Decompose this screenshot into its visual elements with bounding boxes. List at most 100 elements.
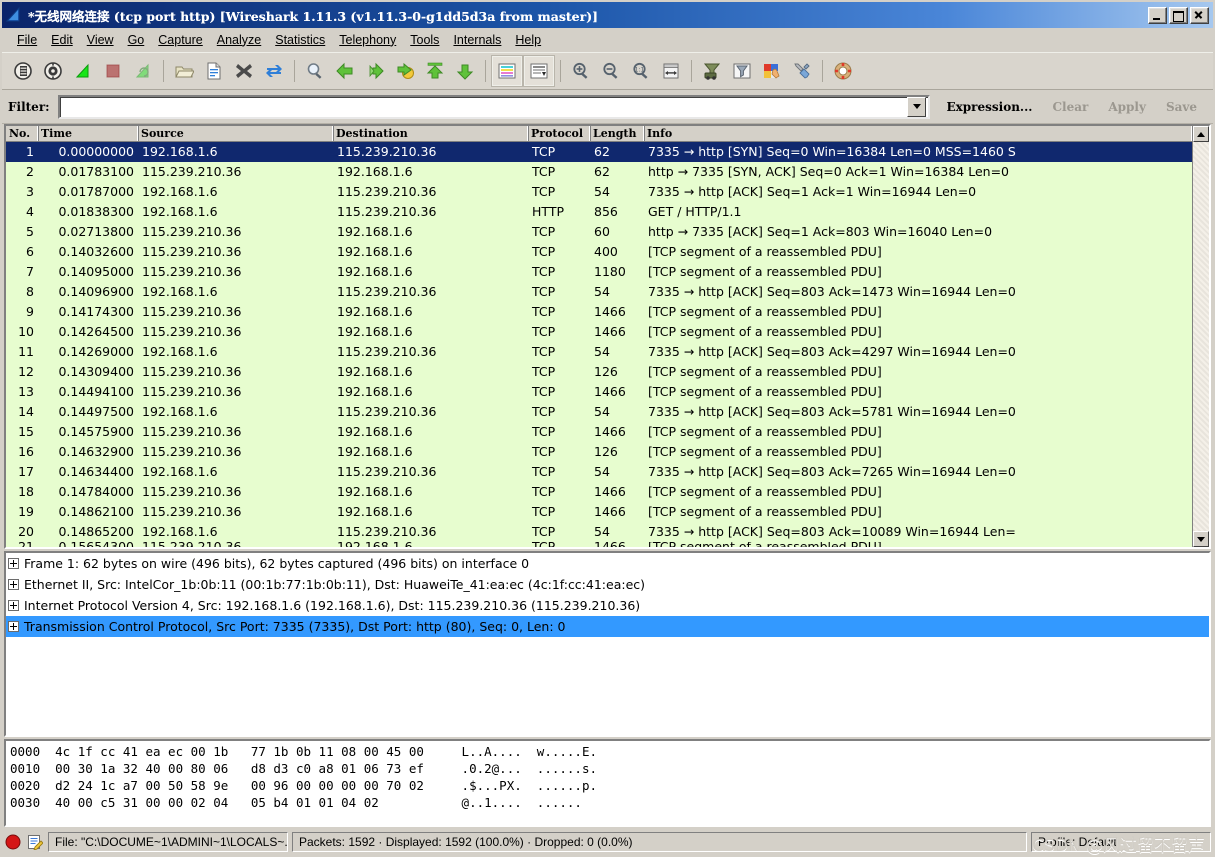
menu-go[interactable]: Go [121, 31, 152, 49]
zoom-reset-icon[interactable]: 1:1 [626, 56, 656, 86]
auto-scroll-icon[interactable] [523, 55, 555, 87]
go-first-packet-icon[interactable] [420, 56, 450, 86]
menu-analyze[interactable]: Analyze [210, 31, 268, 49]
expand-plus-icon[interactable] [8, 579, 19, 590]
packet-list-rows[interactable]: 1 0.00000000 192.168.1.6 115.239.210.36 TCP 6… [6, 142, 1192, 547]
go-to-packet-icon[interactable] [390, 56, 420, 86]
minimize-button[interactable] [1148, 6, 1167, 24]
table-row[interactable]: 13 0.14494100 115.239.210.36 192.168.1.6 TCP… [6, 382, 1192, 402]
help-icon[interactable] [828, 56, 858, 86]
table-row[interactable]: 9 0.14174300 115.239.210.36 192.168.1.6 TCP 1… [6, 302, 1192, 322]
hex-dump-line[interactable]: 0020 d2 24 1c a7 00 50 58 9e 00 96 00 00… [10, 777, 1209, 794]
column-header-length[interactable]: Length [590, 126, 644, 141]
zoom-in-icon[interactable] [566, 56, 596, 86]
filter-history-dropdown[interactable] [907, 96, 927, 117]
scroll-up-button[interactable] [1193, 126, 1209, 142]
table-row[interactable]: 6 0.14032600 115.239.210.36 192.168.1.6 TCP 4… [6, 242, 1192, 262]
table-row[interactable]: 3 0.01787000 192.168.1.6 115.239.210.36 TCP 5… [6, 182, 1192, 202]
table-row[interactable]: 18 0.14784000 115.239.210.36 192.168.1.6 TCP… [6, 482, 1192, 502]
apply-button[interactable]: Apply [1098, 100, 1156, 114]
open-file-icon[interactable] [169, 56, 199, 86]
maximize-button[interactable] [1169, 6, 1188, 24]
reload-icon[interactable] [259, 56, 289, 86]
table-row[interactable]: 16 0.14632900 115.239.210.36 192.168.1.6 TCP… [6, 442, 1192, 462]
clear-button[interactable]: Clear [1042, 100, 1098, 114]
scroll-track[interactable] [1193, 142, 1209, 531]
table-row[interactable]: 1 0.00000000 192.168.1.6 115.239.210.36 TCP 6… [6, 142, 1192, 162]
close-button[interactable] [1190, 6, 1209, 24]
resize-columns-icon[interactable] [656, 56, 686, 86]
stop-capture-icon[interactable] [98, 56, 128, 86]
hex-dump-line[interactable]: 0010 00 30 1a 32 40 00 80 06 d8 d3 c0 a8… [10, 760, 1209, 777]
go-back-icon[interactable] [330, 56, 360, 86]
table-row[interactable]: 20 0.14865200 192.168.1.6 115.239.210.36 TCP… [6, 522, 1192, 542]
detail-tree-item[interactable]: Frame 1: 62 bytes on wire (496 bits), 62… [6, 553, 1209, 574]
menu-telephony[interactable]: Telephony [332, 31, 403, 49]
menu-statistics[interactable]: Statistics [268, 31, 332, 49]
packet-bytes-pane[interactable]: 0000 4c 1f cc 41 ea ec 00 1b 77 1b 0b 11… [4, 739, 1211, 827]
table-row[interactable]: 210.15654300115.239.210.36192.168.1.6TCP… [6, 542, 1192, 547]
table-row[interactable]: 12 0.14309400 115.239.210.36 192.168.1.6 TCP… [6, 362, 1192, 382]
status-profile-field[interactable]: Profile: Default [1031, 832, 1211, 852]
save-button[interactable]: Save [1156, 100, 1207, 114]
go-forward-icon[interactable] [360, 56, 390, 86]
expand-plus-icon[interactable] [8, 621, 19, 632]
start-capture-icon[interactable] [68, 56, 98, 86]
go-last-packet-icon[interactable] [450, 56, 480, 86]
capture-comment-icon[interactable] [26, 833, 44, 851]
hex-dump-line[interactable]: 0000 4c 1f cc 41 ea ec 00 1b 77 1b 0b 11… [10, 743, 1209, 760]
table-row[interactable]: 11 0.14269000 192.168.1.6 115.239.210.36 TCP… [6, 342, 1192, 362]
menu-capture[interactable]: Capture [151, 31, 209, 49]
packet-details-pane[interactable]: Frame 1: 62 bytes on wire (496 bits), 62… [4, 551, 1211, 737]
packet-list-scrollbar[interactable] [1192, 126, 1209, 547]
filter-input[interactable] [59, 96, 908, 117]
hex-dump-line[interactable]: 0030 40 00 c5 31 00 00 02 04 05 b4 01 01… [10, 794, 1209, 811]
column-header-info[interactable]: Info [644, 126, 1192, 141]
table-row[interactable]: 4 0.01838300 192.168.1.6 115.239.210.36 HTTP… [6, 202, 1192, 222]
zoom-out-icon[interactable] [596, 56, 626, 86]
table-row[interactable]: 19 0.14862100 115.239.210.36 192.168.1.6 TCP… [6, 502, 1192, 522]
table-row[interactable]: 2 0.01783100 115.239.210.36 192.168.1.6 TCP 6… [6, 162, 1192, 182]
detail-tree-item[interactable]: Transmission Control Protocol, Src Port:… [6, 616, 1209, 637]
interfaces-icon[interactable] [8, 56, 38, 86]
expression-button[interactable]: Expression... [936, 100, 1042, 114]
find-packet-icon[interactable] [300, 56, 330, 86]
close-file-icon[interactable] [229, 56, 259, 86]
table-row[interactable]: 17 0.14634400 192.168.1.6 115.239.210.36 TCP… [6, 462, 1192, 482]
column-header-destination[interactable]: Destination [333, 126, 528, 141]
table-row[interactable]: 10 0.14264500 115.239.210.36 192.168.1.6 TCP… [6, 322, 1192, 342]
table-row[interactable]: 15 0.14575900 115.239.210.36 192.168.1.6 TCP… [6, 422, 1192, 442]
menu-file[interactable]: File [10, 31, 44, 49]
display-filters-icon[interactable] [727, 56, 757, 86]
menu-tools[interactable]: Tools [403, 31, 446, 49]
table-row[interactable]: 5 0.02713800 115.239.210.36 192.168.1.6 TCP 6… [6, 222, 1192, 242]
table-row[interactable]: 14 0.14497500 192.168.1.6 115.239.210.36 TCP… [6, 402, 1192, 422]
expand-plus-icon[interactable] [8, 558, 19, 569]
scroll-down-button[interactable] [1193, 531, 1209, 547]
restart-capture-icon[interactable] [128, 56, 158, 86]
column-header-time[interactable]: Time [38, 126, 138, 141]
coloring-rules-icon[interactable] [757, 56, 787, 86]
save-file-icon[interactable] [199, 56, 229, 86]
filter-input-box[interactable] [57, 94, 931, 119]
menu-help[interactable]: Help [508, 31, 548, 49]
column-header-protocol[interactable]: Protocol [528, 126, 590, 141]
capture-filters-icon[interactable] [697, 56, 727, 86]
capture-options-icon[interactable] [38, 56, 68, 86]
detail-tree-item[interactable]: Internet Protocol Version 4, Src: 192.16… [6, 595, 1209, 616]
table-row[interactable]: 7 0.14095000 115.239.210.36 192.168.1.6 TCP 1… [6, 262, 1192, 282]
expert-info-error-icon[interactable] [4, 833, 22, 851]
packet-list-header[interactable]: No. Time Source Destination Protocol Length In… [6, 126, 1192, 142]
menu-edit[interactable]: Edit [44, 31, 80, 49]
column-header-source[interactable]: Source [138, 126, 333, 141]
column-header-no[interactable]: No. [6, 126, 38, 141]
menu-internals[interactable]: Internals [446, 31, 508, 49]
detail-tree-item[interactable]: Ethernet II, Src: IntelCor_1b:0b:11 (00:… [6, 574, 1209, 595]
colorize-packets-icon[interactable] [491, 55, 523, 87]
expand-plus-icon[interactable] [8, 600, 19, 611]
table-row[interactable]: 8 0.14096900 192.168.1.6 115.239.210.36 TCP 5… [6, 282, 1192, 302]
cell-time: 0.14575900 [58, 424, 134, 439]
preferences-icon[interactable] [787, 56, 817, 86]
menu-view[interactable]: View [80, 31, 121, 49]
cell-length: 62 [594, 164, 610, 179]
